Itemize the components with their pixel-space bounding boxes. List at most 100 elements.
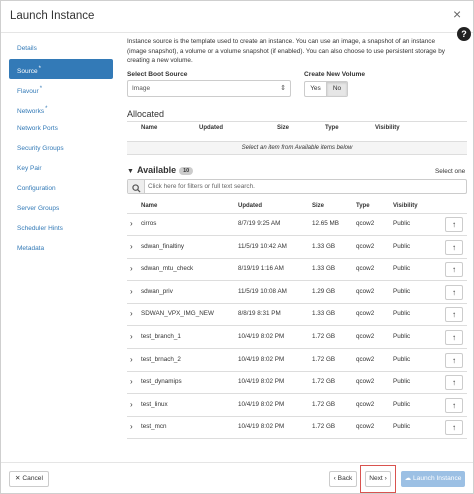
available-heading[interactable]: ▼ Available 10 bbox=[127, 165, 194, 175]
cell-name: test_linux bbox=[141, 400, 168, 408]
expand-row-icon[interactable]: › bbox=[130, 400, 133, 409]
allocate-arrow-up-icon[interactable]: ↑ bbox=[445, 330, 463, 345]
sidebar-item-flavour[interactable]: Flavour* bbox=[9, 79, 113, 99]
allocate-arrow-up-icon[interactable]: ↑ bbox=[445, 307, 463, 323]
table-row[interactable]: › sdwan_mtu_check 8/19/19 1:16 AM 1.33 GB qc… bbox=[127, 259, 467, 282]
back-button[interactable]: ‹ Back bbox=[329, 471, 357, 487]
allocated-col-updated: Updated bbox=[199, 125, 223, 131]
cell-visibility: Public bbox=[393, 400, 411, 408]
expand-row-icon[interactable]: › bbox=[130, 309, 133, 318]
sidebar-item-network-ports[interactable]: Network Ports bbox=[9, 119, 113, 139]
table-row[interactable]: › SDWAN_VPX_IMG_NEW 8/8/19 8:31 PM 1.33 GB q… bbox=[127, 304, 467, 327]
sidebar-item-label: Metadata bbox=[17, 245, 45, 252]
allocated-col-visibility: Visibility bbox=[375, 125, 400, 131]
cell-updated: 10/4/19 8:02 PM bbox=[238, 378, 285, 386]
sidebar-item-key-pair[interactable]: Key Pair bbox=[9, 159, 113, 179]
expand-row-icon[interactable]: › bbox=[130, 287, 133, 296]
allocate-arrow-up-icon[interactable]: ↑ bbox=[445, 239, 463, 255]
filter-search-input[interactable] bbox=[148, 181, 458, 192]
allocated-col-size: Size bbox=[277, 125, 290, 131]
search-icon bbox=[128, 180, 145, 193]
allocated-col-type: Type bbox=[325, 125, 339, 131]
cell-updated: 10/4/19 8:02 PM bbox=[238, 400, 285, 408]
select-caret-icon: ⇕ bbox=[280, 85, 286, 92]
expand-row-icon[interactable]: › bbox=[130, 219, 133, 228]
allocated-heading: Allocated bbox=[127, 109, 165, 119]
filter-search-bar bbox=[127, 179, 467, 194]
allocate-arrow-up-icon[interactable]: ↑ bbox=[445, 262, 463, 278]
cell-name: test_dynamips bbox=[141, 378, 182, 386]
cell-type: qcow2 bbox=[356, 242, 375, 250]
allocate-arrow-up-icon[interactable]: ↑ bbox=[445, 352, 463, 368]
next-button[interactable]: Next › bbox=[365, 471, 391, 487]
cell-visibility: Public bbox=[393, 378, 411, 386]
table-row[interactable]: › test_dynamips 10/4/19 8:02 PM 1.72 GB qcow… bbox=[127, 372, 467, 395]
cell-size: 1.72 GB bbox=[312, 378, 336, 386]
sidebar-item-label: Networks bbox=[17, 108, 45, 116]
sidebar-item-server-groups[interactable]: Server Groups bbox=[9, 199, 113, 219]
table-row[interactable]: › sdwan_finaltiny 11/5/19 10:42 AM 1.33 GB q… bbox=[127, 237, 467, 259]
sidebar-item-label: Details bbox=[17, 45, 37, 52]
dialog-footer: ✕ Cancel ‹ Back Next › ☁ Launch Instance bbox=[1, 462, 473, 494]
table-row[interactable]: › test_branch_1 10/4/19 8:02 PM 1.72 GB qcow… bbox=[127, 327, 467, 349]
allocate-arrow-up-icon[interactable]: ↑ bbox=[445, 284, 463, 300]
cancel-button[interactable]: ✕ Cancel bbox=[9, 471, 49, 487]
cell-size: 1.72 GB bbox=[312, 355, 336, 363]
allocate-arrow-up-icon[interactable]: ↑ bbox=[445, 375, 463, 391]
table-row[interactable]: › sdwan_priv 11/5/19 10:08 AM 1.29 GB qcow2 P… bbox=[127, 282, 467, 304]
close-icon[interactable]: × bbox=[453, 7, 461, 21]
cell-size: 1.33 GB bbox=[312, 265, 336, 273]
expand-row-icon[interactable]: › bbox=[130, 264, 133, 273]
cell-size: 1.33 GB bbox=[312, 242, 336, 250]
cell-updated: 8/8/19 8:31 PM bbox=[238, 310, 281, 318]
cell-updated: 10/4/19 8:02 PM bbox=[238, 333, 285, 340]
sidebar-item-label: Flavour bbox=[17, 88, 39, 96]
expand-row-icon[interactable]: › bbox=[130, 332, 133, 341]
cell-name: test_mcn bbox=[141, 423, 167, 431]
sidebar-item-label: Server Groups bbox=[17, 205, 60, 212]
cell-name: sdwan_mtu_check bbox=[141, 265, 194, 273]
cell-updated: 8/19/19 1:16 AM bbox=[238, 265, 284, 273]
cell-name: sdwan_priv bbox=[141, 287, 173, 295]
new-volume-yes-button[interactable]: Yes bbox=[305, 82, 326, 96]
expand-row-icon[interactable]: › bbox=[130, 355, 133, 364]
sidebar-item-scheduler-hints[interactable]: Scheduler Hints bbox=[9, 219, 113, 239]
wizard-sidebar: Details Source* Flavour* Networks* Network P… bbox=[9, 39, 113, 259]
expand-row-icon[interactable]: › bbox=[130, 377, 133, 386]
cell-name: test_brnach_2 bbox=[141, 355, 181, 363]
expand-row-icon[interactable]: › bbox=[130, 422, 133, 431]
sidebar-item-metadata[interactable]: Metadata bbox=[9, 239, 113, 259]
cell-updated: 11/5/19 10:08 AM bbox=[238, 287, 287, 295]
help-icon[interactable]: ? bbox=[457, 27, 471, 41]
cell-type: qcow2 bbox=[356, 355, 375, 363]
expand-row-icon[interactable]: › bbox=[130, 242, 133, 251]
new-volume-no-button[interactable]: No bbox=[326, 82, 347, 96]
table-row[interactable]: › test_brnach_2 10/4/19 8:02 PM 1.72 GB qcow… bbox=[127, 350, 467, 372]
cell-updated: 10/4/19 8:02 PM bbox=[238, 423, 285, 431]
cell-type: qcow2 bbox=[356, 310, 375, 318]
allocate-arrow-up-icon[interactable]: ↑ bbox=[445, 420, 463, 436]
cell-name: cirros bbox=[141, 220, 157, 227]
sidebar-item-source[interactable]: Source* bbox=[9, 59, 113, 79]
cell-visibility: Public bbox=[393, 355, 411, 363]
cell-type: qcow2 bbox=[356, 333, 375, 340]
sidebar-item-networks[interactable]: Networks* bbox=[9, 99, 113, 119]
cell-visibility: Public bbox=[393, 220, 411, 227]
cell-visibility: Public bbox=[393, 423, 411, 431]
new-volume-toggle: Yes No bbox=[304, 81, 348, 97]
table-row[interactable]: › test_mcn 10/4/19 8:02 PM 1.72 GB qcow2 Publ… bbox=[127, 417, 467, 440]
required-marker: * bbox=[39, 86, 43, 92]
table-row[interactable]: › cirros 8/7/19 9:25 AM 12.65 MB qcow2 Public… bbox=[127, 214, 467, 236]
required-marker: * bbox=[38, 66, 41, 72]
sidebar-item-details[interactable]: Details bbox=[9, 39, 113, 59]
allocate-arrow-up-icon[interactable]: ↑ bbox=[445, 217, 463, 232]
sidebar-item-security-groups[interactable]: Security Groups bbox=[9, 139, 113, 159]
available-col-type: Type bbox=[356, 203, 370, 209]
table-row[interactable]: › test_linux 10/4/19 8:02 PM 1.72 GB qcow2 Pu… bbox=[127, 395, 467, 417]
sidebar-item-configuration[interactable]: Configuration bbox=[9, 179, 113, 199]
cell-type: qcow2 bbox=[356, 220, 375, 227]
launch-instance-button[interactable]: ☁ Launch Instance bbox=[401, 471, 465, 487]
boot-source-select[interactable]: Image ⇕ bbox=[127, 80, 291, 97]
allocate-arrow-up-icon[interactable]: ↑ bbox=[445, 397, 463, 413]
available-col-updated: Updated bbox=[238, 203, 262, 209]
